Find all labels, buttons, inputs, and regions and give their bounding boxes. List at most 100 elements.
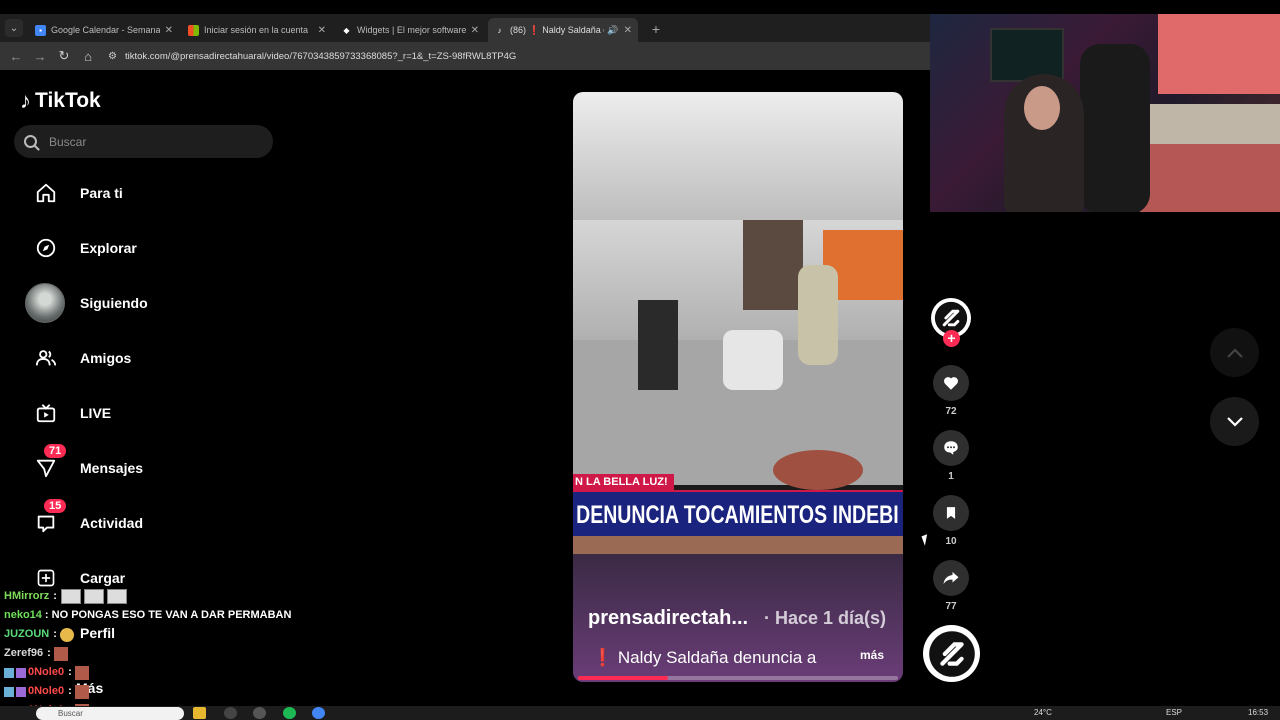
video-player[interactable]: N LA BELLA LUZ! DENUNCIA TOCAMIENTOS IND… [573,92,903,682]
emote-icon [74,665,89,680]
app-icon[interactable] [224,707,237,719]
emote-icon [59,627,74,642]
home-button-icon[interactable]: ⌂ [76,49,100,64]
sidebar-item-explorar[interactable]: Explorar [28,228,137,268]
reload-icon[interactable]: ↻ [52,48,76,64]
chat-username: Zeref96 [4,647,44,659]
wordpress-icon[interactable] [253,707,266,719]
next-video-button[interactable] [1210,397,1259,446]
video-time: · Hace 1 día(s) [764,608,887,628]
emote-icon [83,589,104,604]
sidebar-item-actividad[interactable]: 15 Actividad [28,499,143,543]
site-info-icon[interactable]: ⚙ [108,51,117,62]
browser-tab-bar: ⌄ ▪ Google Calendar - Semana del ✕ Inici… [0,14,930,42]
video-description: ❗ Naldy Saldaña denuncia a [592,648,817,667]
video-frame [573,220,903,490]
tiktok-favicon-icon: ♪ [497,25,502,35]
messages-icon: 71 [28,444,67,486]
like-button[interactable] [933,365,969,401]
windows-taskbar: Buscar 24°C ESP 16:53 [0,706,1280,720]
microsoft-favicon-icon [188,24,199,36]
music-disc[interactable] [923,625,980,682]
emote-icon [53,646,68,661]
top-strip [0,0,1280,14]
tiktok-note-icon: ♪ [20,88,31,113]
share-button[interactable] [933,560,969,596]
language-indicator[interactable]: ESP [1166,708,1182,717]
music-logo-icon [928,630,975,677]
share-icon [943,572,959,584]
chat-username: neko14 [4,609,42,621]
close-tab-icon[interactable]: ✕ [318,25,326,36]
url-field[interactable]: ⚙ tiktok.com/@prensadirectahuaral/video/… [108,45,516,67]
previous-video-button[interactable] [1210,328,1259,377]
follow-plus-button[interactable]: + [943,330,960,347]
chevron-up-icon [1226,347,1243,358]
weather-text: 24°C [1034,708,1052,717]
chat-text: : [53,590,57,602]
audio-playing-icon[interactable]: 🔊 [607,25,618,36]
chat-message: 0Nole0 : [4,682,291,701]
sidebar-item-label: LIVE [80,405,112,421]
webcam-overlay [930,14,1280,212]
following-avatar [25,283,65,323]
chrome-icon[interactable] [312,707,325,719]
chat-message: neko14 : NO PONGAS ESO TE VAN A DAR PERM… [4,606,291,625]
emote-icon [74,684,89,699]
tab-search-button[interactable]: ⌄ [5,19,23,37]
spotify-icon[interactable] [283,707,296,719]
close-tab-icon[interactable]: ✕ [471,25,479,36]
sidebar-item-live[interactable]: LIVE [28,393,111,433]
chat-text: : [68,666,72,678]
more-button[interactable]: más [860,648,884,662]
tab-google-calendar[interactable]: ▪ Google Calendar - Semana del ✕ [29,18,179,42]
tab-tiktok[interactable]: ♪ (86) ❗ Naldy Saldaña denun 🔊 ✕ [488,18,638,42]
chat-text: : NO PONGAS ESO TE VAN A DAR PERMABAN [44,609,292,621]
sidebar-item-mensajes[interactable]: 71 Mensajes [28,444,143,488]
close-tab-icon[interactable]: ✕ [165,25,173,36]
home-icon [28,175,64,211]
webcam-face [1024,86,1060,130]
webcam-shelf-lower [1140,144,1280,212]
chat-message: Zeref96 : [4,644,291,663]
chat-username: 0Nole0 [28,666,65,678]
sidebar-item-label: Explorar [80,240,137,256]
taskbar-search-text: Buscar [58,709,83,718]
back-icon[interactable]: ← [4,49,28,64]
sidebar-item-amigos[interactable]: Amigos [28,338,131,378]
file-explorer-icon[interactable] [193,707,206,719]
search-bar[interactable] [14,125,273,158]
tiktok-logo[interactable]: ♪ TikTok [20,88,101,114]
taskbar-search[interactable]: Buscar [36,707,184,720]
messages-badge: 71 [44,444,67,458]
sidebar-item-label: Amigos [80,350,132,366]
tab-login[interactable]: Iniciar sesión en la cuenta ✕ [182,18,332,42]
video-author[interactable]: prensadirectah... [588,607,748,630]
save-count: 10 [945,536,957,547]
tab-widgets[interactable]: ◆ Widgets | El mejor software par ✕ [335,18,485,42]
sidebar-item-para-ti[interactable]: Para ti [28,173,123,213]
calendar-favicon-icon: ▪ [35,24,46,36]
forward-icon[interactable]: → [28,49,52,64]
save-button[interactable] [933,495,969,531]
new-tab-button[interactable]: + [647,20,665,38]
search-input[interactable] [47,133,251,150]
video-progress-bar[interactable] [578,676,898,680]
sidebar-item-siguiendo[interactable]: Siguiendo [25,283,148,323]
webcam-screen [1158,14,1280,94]
like-count: 72 [945,406,957,417]
inbox-icon: 15 [28,499,67,541]
chat-message: JUZOUN : [4,625,291,644]
bookmark-icon [946,507,956,519]
comment-button[interactable] [933,430,969,466]
close-tab-icon[interactable]: ✕ [624,25,632,36]
news-tag: N LA BELLA LUZ! [573,474,674,490]
sidebar-item-label: Siguiendo [80,295,148,311]
tab-title: (86) ❗ Naldy Saldaña denun [510,24,604,35]
clock: 16:53 [1248,708,1269,717]
chat-username: HMirrorz [4,590,50,602]
chat-username: 0Nole0 [28,685,65,697]
news-headline: DENUNCIA TOCAMIENTOS INDEBI [573,490,903,536]
video-blur-top [573,92,903,220]
friends-icon [28,340,64,376]
